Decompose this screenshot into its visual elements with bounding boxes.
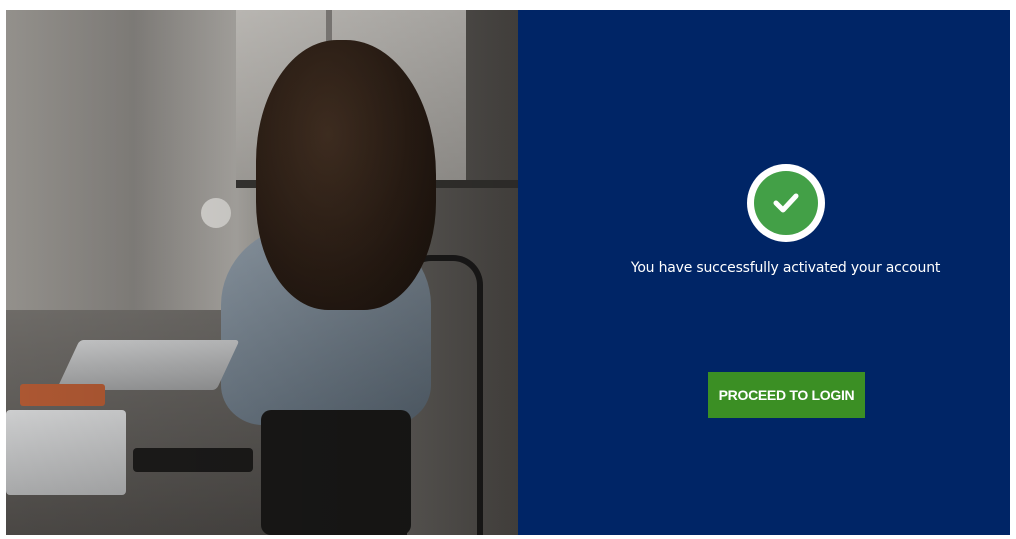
activation-success-page: You have successfully activated your acc… [6, 10, 1010, 535]
photo-shade [6, 10, 518, 535]
check-circle-icon [747, 164, 825, 242]
activation-panel: You have successfully activated your acc… [518, 10, 1010, 535]
hero-photo [6, 10, 518, 535]
checkmark-icon [773, 193, 799, 213]
proceed-to-login-button[interactable]: PROCEED TO LOGIN [708, 372, 865, 418]
activation-success-message: You have successfully activated your acc… [630, 260, 941, 276]
success-badge-inner [754, 171, 818, 235]
